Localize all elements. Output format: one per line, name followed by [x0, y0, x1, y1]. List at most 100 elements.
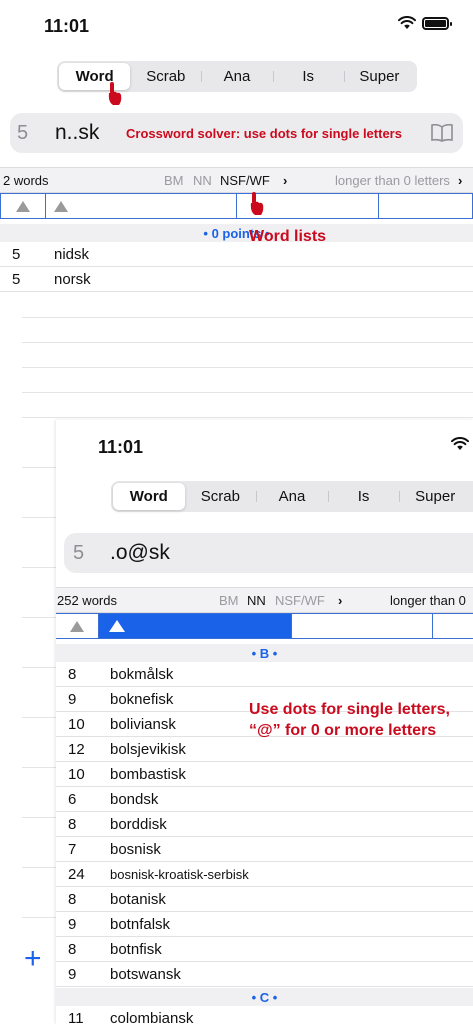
segment-is[interactable]: Is	[327, 483, 400, 510]
points-section-header: • 0 points •	[0, 224, 473, 242]
sort-column-4[interactable]	[433, 614, 473, 638]
row-divider	[22, 342, 473, 343]
pattern-length: 5	[73, 541, 85, 564]
length-chevron-icon[interactable]: ›	[458, 173, 462, 188]
word-length: 8	[68, 815, 77, 833]
status-time: 11:01	[98, 437, 144, 457]
length-filter[interactable]: longer than 0	[390, 593, 466, 608]
list-item[interactable]: 5 nidsk	[0, 242, 473, 267]
pattern-length: 5	[17, 121, 29, 144]
word-length: 5	[12, 270, 21, 288]
search-pattern[interactable]: n..sk	[55, 121, 99, 145]
sort-ascending-icon	[54, 200, 68, 212]
book-icon[interactable]	[431, 124, 453, 142]
crossword-hint: Crossword solver: use dots for single le…	[126, 125, 402, 141]
length-filter[interactable]: longer than 0 letters	[335, 173, 450, 188]
search-pattern[interactable]: .o@sk	[110, 541, 170, 565]
wifi-icon	[451, 437, 469, 450]
sort-length-button[interactable]	[0, 194, 46, 218]
segment-word[interactable]: Word	[113, 483, 185, 510]
list-item[interactable]: 9 botswansk	[56, 962, 473, 987]
list-bm[interactable]: BM	[164, 173, 184, 188]
word-text: bokmålsk	[110, 665, 174, 683]
list-nsf-wf[interactable]: NSF/WF	[275, 593, 325, 608]
word-text: botanisk	[110, 890, 166, 908]
list-bm[interactable]: BM	[219, 593, 239, 608]
word-length: 9	[68, 690, 77, 708]
word-length: 8	[68, 665, 77, 683]
word-length: 10	[68, 715, 85, 733]
word-text: bosnisk	[110, 840, 161, 858]
wifi-icon	[398, 16, 416, 29]
sort-column-3[interactable]	[292, 614, 433, 638]
list-item[interactable]: 5 norsk	[0, 267, 473, 292]
status-bar: 11:01	[0, 0, 473, 52]
list-item[interactable]: 9 botnfalsk	[56, 912, 473, 937]
word-text: bosnisk-kroatisk-serbisk	[110, 866, 249, 882]
word-text: botnfalsk	[110, 915, 171, 933]
segment-scrab[interactable]: Scrab	[130, 63, 201, 90]
word-text: borddisk	[110, 815, 167, 833]
word-text: nidsk	[54, 245, 90, 263]
sort-word-button[interactable]	[99, 614, 292, 638]
search-field[interactable]: 5 .o@sk	[64, 533, 473, 573]
sort-bar	[56, 613, 473, 639]
list-item[interactable]: 11 colombiansk	[56, 1006, 473, 1024]
word-text: botnfisk	[110, 940, 162, 958]
list-item[interactable]: 6 bondsk	[56, 787, 473, 812]
letter-section-header: • B •	[56, 644, 473, 662]
sort-word-button[interactable]	[46, 194, 237, 218]
segment-super[interactable]: Super	[399, 483, 471, 510]
list-item[interactable]: 7 bosnisk	[56, 837, 473, 862]
row-divider	[22, 392, 473, 393]
row-divider	[22, 367, 473, 368]
list-item[interactable]: 10 bombastisk	[56, 762, 473, 787]
segment-is[interactable]: Is	[272, 63, 344, 90]
word-length: 10	[68, 765, 85, 783]
info-bar: 2 words BM NN NSF/WF › longer than 0 let…	[0, 167, 473, 193]
word-length: 6	[68, 790, 77, 808]
plus-icon[interactable]: +	[24, 944, 42, 974]
word-count: 252 words	[57, 592, 117, 608]
segment-super[interactable]: Super	[343, 63, 415, 90]
word-length: 9	[68, 915, 77, 933]
search-field[interactable]: 5 n..sk Crossword solver: use dots for s…	[10, 113, 463, 153]
sort-bar	[0, 193, 473, 219]
sort-length-button[interactable]	[56, 614, 99, 638]
lists-chevron-icon[interactable]: ›	[338, 593, 342, 608]
list-item[interactable]: 24 bosnisk-kroatisk-serbisk	[56, 862, 473, 887]
mode-segmented-control[interactable]: Word Scrab Ana Is Super	[111, 481, 473, 512]
list-nsf-wf[interactable]: NSF/WF	[220, 173, 270, 188]
word-length: 8	[68, 890, 77, 908]
list-item[interactable]: 8 botanisk	[56, 887, 473, 912]
lists-chevron-icon[interactable]: ›	[283, 173, 287, 188]
annotation-line: Use dots for single letters,	[249, 701, 450, 718]
word-count: 2 words	[3, 172, 49, 188]
word-text: colombiansk	[110, 1010, 194, 1024]
info-bar: 252 words BM NN NSF/WF › longer than 0	[56, 587, 473, 613]
pattern-annotation: Use dots for single letters, “@” for 0 o…	[249, 699, 450, 741]
sort-column-4[interactable]	[379, 194, 473, 218]
word-length: 12	[68, 740, 85, 758]
sort-ascending-icon	[70, 620, 84, 632]
word-text: botswansk	[110, 965, 181, 983]
example-screenshot-panel: 11:01 Word Scrab Ana Is Super 5 .o@sk 25…	[56, 420, 473, 1024]
segment-ana[interactable]: Ana	[201, 63, 272, 90]
status-time: 11:01	[44, 16, 90, 36]
segment-scrab[interactable]: Scrab	[185, 483, 257, 510]
sort-ascending-icon	[16, 200, 30, 212]
list-nn[interactable]: NN	[193, 173, 212, 188]
list-item[interactable]: 8 botnfisk	[56, 937, 473, 962]
segment-ana[interactable]: Ana	[256, 483, 328, 510]
word-text: bombastisk	[110, 765, 186, 783]
word-text: bolsjevikisk	[110, 740, 186, 758]
list-item[interactable]: 8 borddisk	[56, 812, 473, 837]
hand-pointer-icon	[250, 192, 264, 215]
word-length: 9	[68, 965, 77, 983]
row-divider	[22, 317, 473, 318]
list-item[interactable]: 8 bokmålsk	[56, 662, 473, 687]
word-length: 24	[68, 865, 85, 883]
battery-icon	[422, 16, 452, 30]
list-nn[interactable]: NN	[247, 593, 266, 608]
letter-section-header: • C •	[56, 988, 473, 1006]
